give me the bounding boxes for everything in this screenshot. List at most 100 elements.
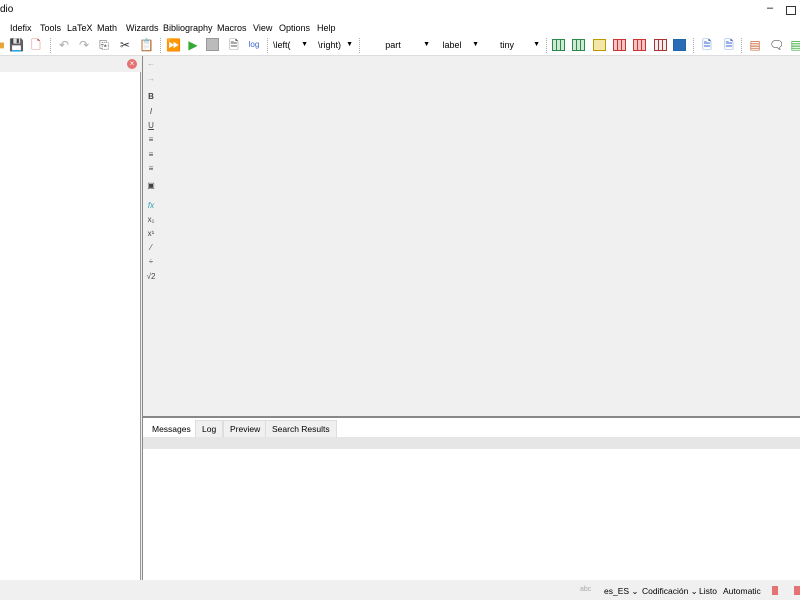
remove-column-icon[interactable] (633, 38, 647, 52)
separator (693, 38, 694, 53)
stop-icon[interactable] (206, 38, 220, 52)
undo-icon[interactable]: ↶ (57, 38, 71, 52)
tab-preview[interactable]: Preview (223, 420, 268, 437)
reference-value: label (442, 40, 462, 50)
text-format-icon[interactable]: ▤ (789, 38, 800, 52)
separator (741, 38, 742, 53)
forward-icon[interactable]: → (143, 74, 159, 83)
sectioning-value: part (385, 40, 401, 50)
menu-bar: Idefix Tools LaTeX Math Wizards Bibliogr… (0, 20, 800, 35)
align-left-icon[interactable]: ≡ (143, 135, 159, 144)
tab-log[interactable]: Log (195, 420, 224, 437)
menu-latex[interactable]: LaTeX (67, 23, 93, 33)
separator (50, 38, 51, 53)
chevron-down-icon: ▼ (533, 41, 540, 48)
menu-wizards[interactable]: Wizards (126, 23, 159, 33)
superscript-icon[interactable]: x¹ (143, 229, 159, 238)
sectioning-combo[interactable]: part ▼ (365, 37, 433, 53)
size-combo[interactable]: tiny ▼ (483, 37, 543, 53)
cut-column-icon[interactable] (654, 38, 668, 52)
text-box-icon[interactable]: ▤ (748, 38, 762, 52)
dfrac-icon[interactable]: ÷ (143, 257, 159, 266)
right-delimiter-value: \right) (318, 40, 342, 50)
function-icon[interactable]: fx (143, 201, 159, 210)
menu-help[interactable]: Help (317, 23, 336, 33)
window-title: dio (0, 4, 14, 15)
menu-macros[interactable]: Macros (217, 23, 247, 33)
messages-panel (142, 449, 800, 580)
goto-pdf-icon[interactable]: 🗎 (722, 38, 736, 52)
cut-icon[interactable]: ✂ (118, 38, 132, 52)
maximize-button[interactable] (786, 6, 796, 15)
goto-source-icon[interactable]: 🗎 (700, 38, 714, 52)
paste-icon[interactable]: 📋 (139, 38, 154, 52)
reference-combo[interactable]: label ▼ (434, 37, 482, 53)
separator (160, 38, 161, 53)
menu-options[interactable]: Options (279, 23, 310, 33)
align-right-icon[interactable]: ≡ (143, 164, 159, 173)
separator (359, 38, 360, 53)
subscript-icon[interactable]: x₁ (143, 215, 159, 224)
messages-header (142, 437, 800, 449)
separator (546, 38, 547, 53)
spellcheck-icon[interactable]: abc (580, 586, 591, 593)
bookmark-icon[interactable] (794, 586, 800, 595)
bold-icon[interactable]: B (143, 92, 159, 101)
chevron-down-icon: ▼ (472, 41, 479, 48)
open-icon[interactable]: ■ (0, 38, 8, 52)
encoding-value: Codificación (642, 586, 689, 596)
format-side-toolbar: ← → B I U ≡ ≡ ≡ ▣ fx x₁ x¹ ⁄ ÷ √2 (142, 56, 158, 416)
encoding-selector[interactable]: Codificación ⌄ (642, 586, 698, 597)
remove-row-icon[interactable] (613, 38, 627, 52)
paste-table-icon[interactable] (593, 38, 607, 52)
language-value: es_ES (604, 586, 630, 596)
align-table-icon[interactable] (673, 38, 687, 52)
editor-area[interactable] (158, 56, 800, 416)
separator (267, 38, 268, 53)
minimize-button[interactable]: – (760, 2, 780, 18)
menu-bibliography[interactable]: Bibliography (163, 23, 213, 33)
copy-icon[interactable]: ⎘ (97, 38, 111, 52)
status-bar: abc es_ES ⌄ Codificación ⌄ Listo Automat… (0, 580, 800, 600)
left-delimiter-combo[interactable]: \left( ▼ (273, 37, 311, 53)
menu-idefix[interactable]: Idefix (10, 23, 32, 33)
close-document-icon[interactable]: 🗋 (29, 38, 43, 52)
language-selector[interactable]: es_ES ⌄ (604, 586, 639, 597)
tab-messages[interactable]: Messages (145, 420, 198, 437)
title-bar: dio – (0, 0, 800, 20)
underline-icon[interactable]: U (143, 121, 159, 130)
close-icon[interactable]: × (127, 59, 137, 69)
add-row-icon[interactable] (552, 38, 566, 52)
save-icon[interactable]: 💾 (9, 38, 24, 52)
view-log-icon[interactable]: log (247, 38, 261, 52)
main-toolbar: ■ 💾 🗋 ↶ ↷ ⎘ ✂ 📋 ⏩ ▶ 🗎 log \left( ▼ \right… (0, 35, 800, 56)
size-value: tiny (499, 40, 514, 50)
right-delimiter-combo[interactable]: \right) ▼ (318, 37, 356, 53)
output-tabs: Messages Log Preview Search Results (142, 418, 800, 437)
align-center-icon[interactable]: ≡ (143, 150, 159, 159)
compile-icon[interactable]: ▶ (186, 38, 200, 52)
add-column-icon[interactable] (572, 38, 586, 52)
left-delimiter-value: \left( (273, 40, 291, 50)
frame-icon[interactable]: ▣ (143, 181, 159, 190)
menu-math[interactable]: Math (97, 23, 117, 33)
build-view-icon[interactable]: ⏩ (166, 38, 181, 52)
panel-header: × (0, 56, 141, 72)
chevron-down-icon: ▼ (301, 41, 308, 48)
menu-tools[interactable]: Tools (40, 23, 61, 33)
bookmark-icon[interactable] (772, 586, 778, 595)
back-icon[interactable]: ← (143, 59, 159, 68)
redo-icon[interactable]: ↷ (77, 38, 91, 52)
chevron-down-icon: ▼ (346, 41, 353, 48)
comment-icon[interactable]: 🗨 (769, 38, 784, 52)
fraction-icon[interactable]: ⁄ (143, 243, 159, 252)
sqrt-icon[interactable]: √2 (143, 272, 159, 281)
view-pdf-icon[interactable]: 🗎 (227, 38, 241, 52)
structure-panel: × (0, 56, 141, 580)
menu-view[interactable]: View (253, 23, 272, 33)
italic-icon[interactable]: I (143, 107, 159, 116)
chevron-down-icon: ▼ (423, 41, 430, 48)
tab-search-results[interactable]: Search Results (265, 420, 337, 437)
mode-indicator[interactable]: Automatic (723, 586, 761, 596)
status-text: Listo (699, 586, 717, 596)
